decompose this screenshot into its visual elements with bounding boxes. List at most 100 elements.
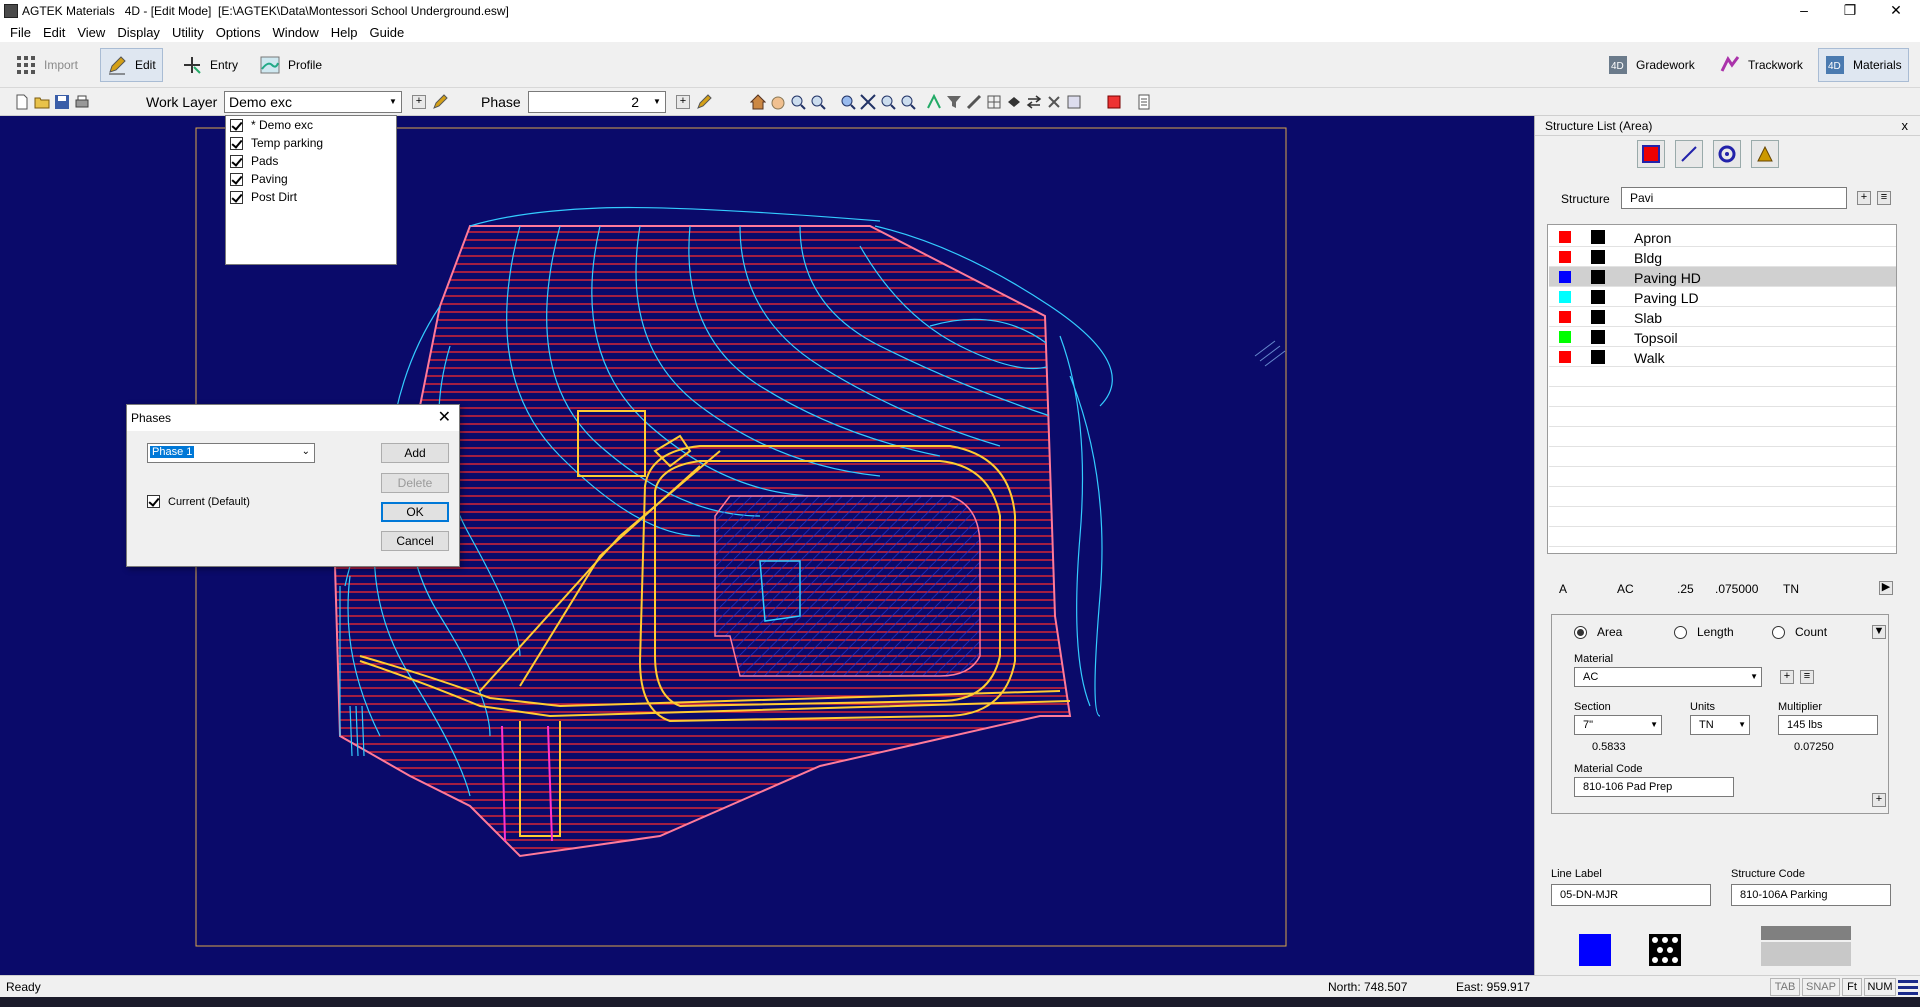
new-file-icon[interactable] — [14, 94, 30, 110]
materials-button[interactable]: 4D Materials — [1818, 48, 1909, 82]
open-folder-icon[interactable] — [34, 94, 50, 110]
menu-display[interactable]: Display — [111, 25, 166, 40]
filter-icon[interactable] — [946, 94, 962, 110]
section-dropdown[interactable]: 7" ▼ — [1574, 715, 1662, 735]
edit-mode-button[interactable]: Edit — [100, 48, 163, 82]
delete-button[interactable]: Delete — [381, 473, 449, 493]
restore-button[interactable]: ❐ — [1828, 0, 1872, 22]
close-icon[interactable]: ✕ — [438, 405, 451, 431]
structure-color-swatch[interactable] — [1559, 271, 1571, 283]
trackwork-button[interactable]: Trackwork — [1714, 48, 1809, 82]
structure-list-item[interactable]: Bldg — [1549, 247, 1896, 267]
hatch-pattern-icon[interactable] — [1591, 270, 1605, 284]
add-layer-button[interactable]: + — [412, 95, 426, 109]
pan-hand-icon[interactable] — [770, 94, 786, 110]
checkbox[interactable] — [147, 495, 160, 508]
fill-style-preview[interactable] — [1761, 942, 1851, 966]
delete-icon[interactable] — [1106, 94, 1122, 110]
line-style-preview[interactable] — [1761, 926, 1851, 940]
hatch-pattern-icon[interactable] — [1591, 230, 1605, 244]
menu-edit[interactable]: Edit — [37, 25, 71, 40]
snap-point-icon[interactable] — [926, 94, 942, 110]
structure-list-item[interactable]: Apron — [1549, 227, 1896, 247]
current-default-checkbox[interactable]: Current (Default) — [147, 495, 250, 508]
zoom-all-icon[interactable] — [840, 94, 856, 110]
pattern-swatch-icon[interactable] — [1649, 934, 1681, 966]
zoom-extents-icon[interactable] — [860, 94, 876, 110]
save-icon[interactable] — [54, 94, 70, 110]
material-code-field[interactable]: 810-106 Pad Prep — [1574, 777, 1734, 797]
swap-icon[interactable] — [1026, 94, 1042, 110]
structure-list-item[interactable]: Slab — [1549, 307, 1896, 327]
structure-search-input[interactable]: Pavi — [1621, 187, 1847, 209]
layer-item[interactable]: * Demo exc — [226, 116, 396, 134]
work-layer-combo[interactable]: Demo exc ▼ — [224, 91, 402, 113]
add-phase-button[interactable]: + — [676, 95, 690, 109]
structure-list-item[interactable]: Walk — [1549, 347, 1896, 367]
pencil-icon[interactable] — [432, 94, 448, 110]
cancel-button[interactable]: Cancel — [381, 531, 449, 551]
menu-view[interactable]: View — [71, 25, 111, 40]
checkbox[interactable] — [230, 172, 243, 186]
structure-color-swatch[interactable] — [1559, 311, 1571, 323]
home-icon[interactable] — [750, 94, 766, 110]
area-type-button[interactable] — [1637, 140, 1665, 168]
material-dropdown[interactable]: AC ▼ — [1574, 667, 1762, 687]
structure-color-swatch[interactable] — [1559, 231, 1571, 243]
menu-utility[interactable]: Utility — [166, 25, 210, 40]
import-button[interactable]: Import — [10, 48, 84, 82]
hatch-pattern-icon[interactable] — [1591, 290, 1605, 304]
entry-mode-button[interactable]: Entry — [176, 48, 244, 82]
close-window-button[interactable]: ✕ — [1874, 0, 1918, 22]
zoom-in-icon[interactable] — [880, 94, 896, 110]
area-radio[interactable]: Area — [1574, 625, 1622, 639]
select-box-icon[interactable] — [1066, 94, 1082, 110]
expand-button[interactable]: ▼ — [1872, 625, 1886, 639]
menu-help[interactable]: Help — [325, 25, 364, 40]
zoom-window-icon[interactable] — [790, 94, 806, 110]
structure-color-swatch[interactable] — [1559, 351, 1571, 363]
checkbox[interactable] — [230, 190, 243, 204]
menu-window[interactable]: Window — [267, 25, 325, 40]
structure-color-swatch[interactable] — [1559, 331, 1571, 343]
structure-list-item[interactable]: Paving LD — [1549, 287, 1896, 307]
hatch-pattern-icon[interactable] — [1591, 330, 1605, 344]
line-label-field[interactable]: 05-DN-MJR — [1551, 884, 1711, 906]
hatch-pattern-icon[interactable] — [1591, 310, 1605, 324]
phase-combo[interactable]: 2 ▼ — [528, 91, 666, 113]
add-structure-button[interactable]: + — [1857, 191, 1871, 205]
structure-list-item[interactable]: Paving HD — [1549, 267, 1896, 287]
report-icon[interactable] — [1136, 94, 1152, 110]
structure-code-field[interactable]: 810-106A Parking — [1731, 884, 1891, 906]
checkbox[interactable] — [230, 136, 243, 150]
gradework-button[interactable]: 4D Gradework — [1602, 48, 1701, 82]
text-type-button[interactable] — [1751, 140, 1779, 168]
close-icon[interactable]: x — [1902, 116, 1909, 136]
minimize-button[interactable]: – — [1782, 0, 1826, 22]
menu-file[interactable]: File — [4, 25, 37, 40]
hatch-pattern-icon[interactable] — [1591, 350, 1605, 364]
add-material-button[interactable]: + — [1780, 670, 1794, 684]
checkbox[interactable] — [230, 118, 243, 132]
zoom-out-icon[interactable] — [900, 94, 916, 110]
print-icon[interactable] — [74, 94, 90, 110]
ok-button[interactable]: OK — [381, 502, 449, 522]
trim-icon[interactable] — [1046, 94, 1062, 110]
add-code-button[interactable]: + — [1872, 793, 1886, 807]
hatch-pattern-icon[interactable] — [1591, 250, 1605, 264]
zoom-previous-icon[interactable] — [810, 94, 826, 110]
count-radio[interactable]: Count — [1772, 625, 1827, 639]
multiplier-field[interactable]: 145 lbs — [1778, 715, 1878, 735]
building-pad[interactable] — [714, 495, 981, 677]
pencil-icon[interactable] — [696, 94, 712, 110]
structure-color-swatch[interactable] — [1559, 251, 1571, 263]
length-radio[interactable]: Length — [1674, 625, 1734, 639]
structure-list-item[interactable]: Topsoil — [1549, 327, 1896, 347]
layer-visibility-icon[interactable] — [1006, 94, 1022, 110]
layer-item[interactable]: Pads — [226, 152, 396, 170]
menu-guide[interactable]: Guide — [364, 25, 411, 40]
layer-item[interactable]: Post Dirt — [226, 188, 396, 206]
units-dropdown[interactable]: TN ▼ — [1690, 715, 1750, 735]
profile-mode-button[interactable]: Profile — [254, 48, 328, 82]
measure-icon[interactable] — [966, 94, 982, 110]
